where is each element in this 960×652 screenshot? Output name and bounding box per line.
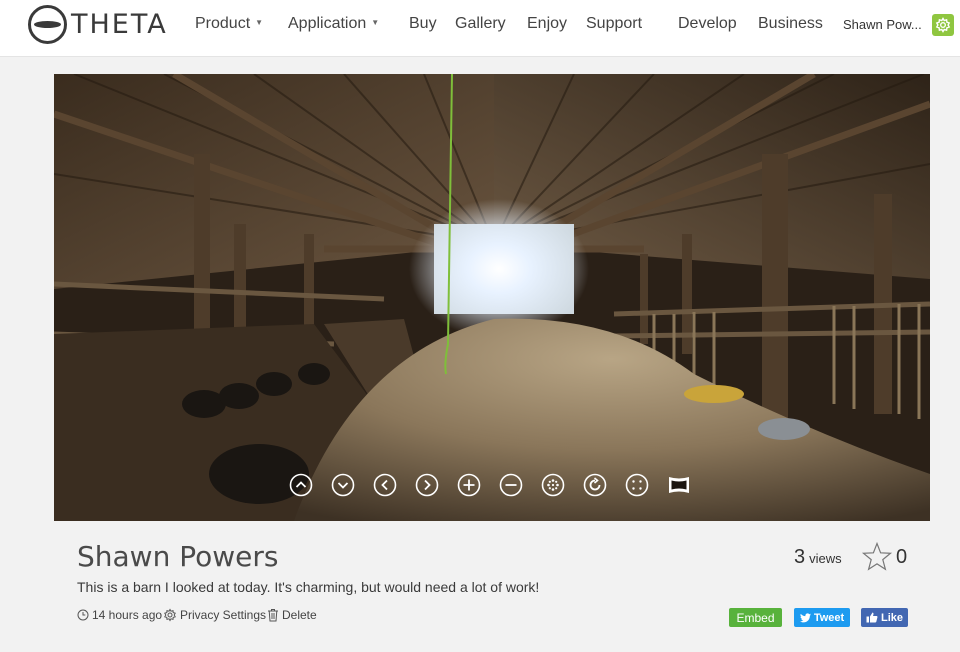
fullscreen-icon[interactable]: [625, 473, 649, 497]
minus-icon[interactable]: [499, 473, 523, 497]
gear-icon: [164, 608, 176, 622]
logo-text: THETA: [71, 9, 168, 40]
chevron-up-icon[interactable]: [289, 473, 313, 497]
thumbs-up-icon: [866, 612, 878, 623]
twitter-bird-icon: [799, 612, 811, 622]
nav-support[interactable]: Support: [586, 15, 642, 33]
like-button[interactable]: Like: [861, 608, 908, 627]
privacy-settings-label: Privacy Settings: [180, 608, 267, 622]
time-ago-text: 14 hours ago: [92, 608, 163, 622]
nav-business[interactable]: Business: [758, 15, 823, 33]
embed-button[interactable]: Embed: [729, 608, 782, 627]
theta-logo[interactable]: THETA: [28, 5, 168, 44]
refresh-icon[interactable]: [583, 473, 607, 497]
post-title: Shawn Powers: [77, 540, 279, 573]
star-icon[interactable]: [861, 541, 893, 578]
sphere-icon[interactable]: [541, 473, 565, 497]
star-count: 0: [896, 546, 908, 568]
theta-logo-mark: [28, 5, 67, 44]
embed-label: Embed: [736, 610, 775, 625]
chevron-down-icon[interactable]: [331, 473, 355, 497]
nav-gallery[interactable]: Gallery: [455, 15, 506, 33]
spherical-image-viewer[interactable]: [54, 74, 930, 521]
nav-buy[interactable]: Buy: [409, 15, 437, 33]
panorama-icon[interactable]: [667, 473, 691, 497]
barn-interior-photo: [54, 74, 930, 521]
tweet-button[interactable]: Tweet: [794, 608, 850, 627]
delete-link[interactable]: Delete: [267, 608, 317, 622]
nav-enjoy[interactable]: Enjoy: [527, 15, 567, 33]
post-description: This is a barn I looked at today. It's c…: [77, 579, 540, 595]
site-header: THETA Product ▼ Application ▼ Buy Gallery …: [0, 0, 960, 57]
clock-icon: [77, 609, 89, 621]
chevron-left-icon[interactable]: [373, 473, 397, 497]
plus-icon[interactable]: [457, 473, 481, 497]
nav-application[interactable]: Application ▼: [288, 15, 379, 33]
gear-icon[interactable]: [932, 14, 954, 36]
nav-develop[interactable]: Develop: [678, 15, 737, 33]
delete-label: Delete: [282, 608, 317, 622]
view-count: 3 views: [794, 546, 842, 569]
nav-product-label: Product: [195, 15, 251, 32]
chevron-right-icon[interactable]: [415, 473, 439, 497]
trash-icon: [268, 609, 278, 622]
post-time: 14 hours ago: [77, 608, 162, 622]
caret-down-icon: ▼: [255, 18, 264, 27]
privacy-settings-link[interactable]: Privacy Settings: [163, 608, 266, 622]
user-name-link[interactable]: Shawn Pow...: [843, 17, 922, 32]
views-label: views: [809, 551, 842, 566]
nav-product[interactable]: Product ▼: [195, 15, 263, 33]
views-number: 3: [794, 546, 806, 568]
tweet-label: Tweet: [813, 611, 845, 624]
caret-down-icon: ▼: [371, 18, 380, 27]
like-label: Like: [880, 611, 903, 624]
nav-application-label: Application: [288, 15, 367, 32]
